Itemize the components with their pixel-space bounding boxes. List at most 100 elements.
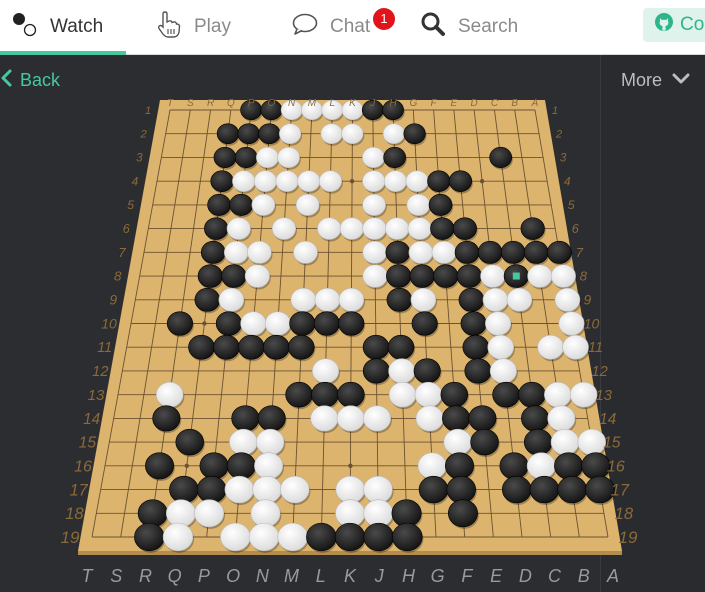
white-stone[interactable] <box>194 499 225 528</box>
black-stone[interactable] <box>137 499 168 528</box>
white-stone[interactable] <box>232 170 256 192</box>
white-stone[interactable] <box>363 405 392 432</box>
white-stone[interactable] <box>310 405 339 432</box>
black-stone[interactable] <box>166 311 193 336</box>
black-stone[interactable] <box>213 334 240 360</box>
white-stone[interactable] <box>220 522 251 552</box>
white-stone[interactable] <box>297 170 321 192</box>
white-stone[interactable] <box>362 217 387 240</box>
black-stone[interactable] <box>229 193 254 216</box>
black-stone[interactable] <box>234 146 258 169</box>
white-stone[interactable] <box>279 123 302 145</box>
go-board[interactable]: 1 12 23 34 45 56 67 78 89 910 1011 1112 1213 1314 1415… <box>0 0 705 592</box>
black-stone[interactable] <box>216 123 239 145</box>
white-stone[interactable] <box>244 264 270 288</box>
white-stone[interactable] <box>362 146 385 169</box>
white-stone[interactable] <box>314 287 341 312</box>
white-stone[interactable] <box>554 287 581 312</box>
white-stone[interactable] <box>218 287 245 312</box>
white-stone[interactable] <box>223 240 249 264</box>
white-stone[interactable] <box>544 381 572 408</box>
black-stone[interactable] <box>581 452 611 480</box>
white-stone[interactable] <box>431 240 457 264</box>
black-stone[interactable] <box>489 146 513 169</box>
white-stone[interactable] <box>562 334 589 360</box>
white-stone[interactable] <box>293 240 318 264</box>
white-stone[interactable] <box>577 428 607 456</box>
white-stone[interactable] <box>312 358 340 384</box>
black-stone[interactable] <box>448 170 473 192</box>
white-stone[interactable] <box>336 405 365 432</box>
black-stone[interactable] <box>418 475 449 504</box>
black-stone[interactable] <box>452 217 477 240</box>
black-stone[interactable] <box>213 146 237 169</box>
black-stone[interactable] <box>557 475 587 504</box>
black-stone[interactable] <box>464 358 492 384</box>
white-stone[interactable] <box>388 381 417 408</box>
black-stone[interactable] <box>238 334 265 360</box>
white-stone[interactable] <box>408 240 434 264</box>
black-stone[interactable] <box>433 264 459 288</box>
black-stone[interactable] <box>258 123 281 145</box>
black-stone[interactable] <box>470 428 499 456</box>
white-stone[interactable] <box>271 217 297 240</box>
black-stone[interactable] <box>145 452 175 480</box>
white-stone[interactable] <box>485 311 512 336</box>
black-stone[interactable] <box>387 334 415 360</box>
black-stone[interactable] <box>386 287 413 312</box>
white-stone[interactable] <box>414 381 443 408</box>
white-stone[interactable] <box>341 123 364 145</box>
white-stone[interactable] <box>277 146 300 169</box>
white-stone[interactable] <box>251 193 276 216</box>
black-stone[interactable] <box>501 475 532 504</box>
black-stone[interactable] <box>215 311 242 336</box>
white-stone[interactable] <box>443 428 473 456</box>
white-stone[interactable] <box>383 170 408 192</box>
white-stone[interactable] <box>526 452 556 480</box>
black-stone[interactable] <box>500 240 526 264</box>
white-stone[interactable] <box>415 405 444 432</box>
white-stone[interactable] <box>335 475 365 504</box>
black-stone[interactable] <box>454 240 480 264</box>
white-stone[interactable] <box>363 475 393 504</box>
black-stone[interactable] <box>134 522 165 552</box>
black-stone[interactable] <box>169 475 199 504</box>
black-stone[interactable] <box>462 334 490 360</box>
black-stone[interactable] <box>197 264 223 288</box>
white-stone[interactable] <box>318 170 342 192</box>
black-stone[interactable] <box>188 334 215 360</box>
white-stone[interactable] <box>384 217 410 240</box>
white-stone[interactable] <box>339 217 364 240</box>
black-stone[interactable] <box>194 287 221 312</box>
white-stone[interactable] <box>489 358 517 384</box>
white-stone[interactable] <box>229 428 258 456</box>
white-stone[interactable] <box>317 217 342 240</box>
white-stone[interactable] <box>362 240 388 264</box>
black-stone[interactable] <box>231 405 260 432</box>
white-stone[interactable] <box>247 240 272 264</box>
white-stone[interactable] <box>480 264 506 288</box>
black-stone[interactable] <box>306 522 337 552</box>
black-stone[interactable] <box>204 217 229 240</box>
black-stone[interactable] <box>499 452 529 480</box>
black-stone[interactable] <box>460 311 487 336</box>
white-stone[interactable] <box>406 193 431 216</box>
white-stone[interactable] <box>280 475 310 504</box>
white-stone[interactable] <box>407 217 432 240</box>
white-stone[interactable] <box>155 381 184 408</box>
black-stone[interactable] <box>403 123 426 145</box>
white-stone[interactable] <box>338 287 365 312</box>
black-stone[interactable] <box>334 522 366 552</box>
white-stone[interactable] <box>558 311 585 336</box>
black-stone[interactable] <box>199 452 229 480</box>
white-stone[interactable] <box>482 287 509 312</box>
black-stone[interactable] <box>523 428 553 456</box>
black-stone[interactable] <box>520 217 545 240</box>
white-stone[interactable] <box>162 522 194 552</box>
black-stone[interactable] <box>554 452 584 480</box>
black-stone[interactable] <box>447 499 478 528</box>
black-stone[interactable] <box>175 428 204 456</box>
black-stone[interactable] <box>518 381 546 408</box>
black-stone[interactable] <box>445 452 474 480</box>
black-stone[interactable] <box>547 240 572 264</box>
